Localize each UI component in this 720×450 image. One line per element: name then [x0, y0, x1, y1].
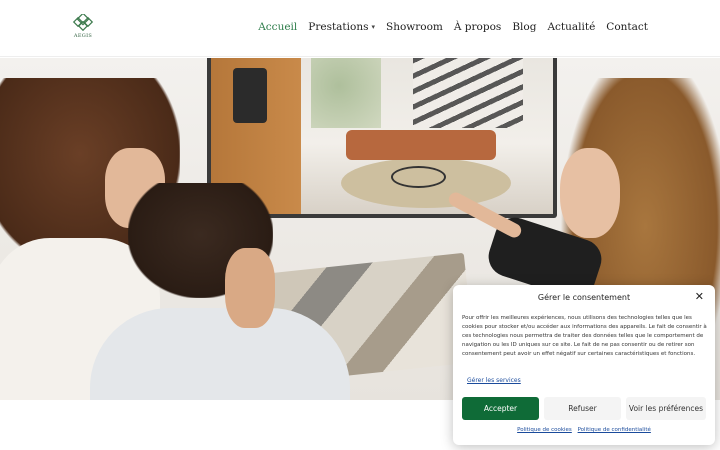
refuse-button[interactable]: Refuser: [544, 397, 621, 420]
woman-right-face: [560, 148, 620, 238]
staircase: [413, 58, 523, 128]
cookie-consent-dialog: Gérer le consentement ✕ Pour offrir les …: [453, 285, 715, 445]
nav-item-showroom[interactable]: Showroom: [386, 21, 443, 33]
sofa: [346, 130, 496, 160]
close-icon[interactable]: ✕: [695, 291, 704, 302]
nav-item-contact[interactable]: Contact: [606, 21, 648, 33]
accept-button[interactable]: Accepter: [462, 397, 539, 420]
cookie-policy-link[interactable]: Politique de cookies: [517, 427, 572, 433]
man-body: [90, 308, 350, 400]
nav-item-actualite[interactable]: Actualité: [547, 21, 595, 33]
main-nav: Accueil Prestations ▾ Showroom À propos …: [258, 21, 648, 33]
nav-item-a-propos[interactable]: À propos: [454, 21, 501, 33]
privacy-policy-link[interactable]: Politique de confidentialité: [578, 427, 651, 433]
consent-text: Pour offrir les meilleures expériences, …: [462, 315, 707, 358]
consent-footer: Politique de cookies Politique de confid…: [453, 427, 715, 433]
logo-icon: [72, 14, 94, 32]
nav-item-accueil[interactable]: Accueil: [258, 21, 297, 33]
site-header: AEGIS Accueil Prestations ▾ Showroom À p…: [0, 0, 720, 57]
plants: [311, 58, 381, 128]
chevron-down-icon: ▾: [371, 23, 375, 31]
nav-item-prestations[interactable]: Prestations ▾: [308, 21, 375, 33]
logo-text: AEGIS: [73, 33, 93, 39]
nav-item-label: Prestations: [308, 21, 369, 33]
coffee-table: [391, 166, 446, 188]
man-face: [225, 248, 275, 328]
preferences-button[interactable]: Voir les préférences: [626, 397, 706, 420]
nav-item-blog[interactable]: Blog: [512, 21, 536, 33]
manage-services-link[interactable]: Gérer les services: [467, 377, 521, 384]
logo[interactable]: AEGIS: [70, 14, 96, 44]
stove: [233, 68, 267, 123]
consent-title: Gérer le consentement: [537, 293, 631, 302]
